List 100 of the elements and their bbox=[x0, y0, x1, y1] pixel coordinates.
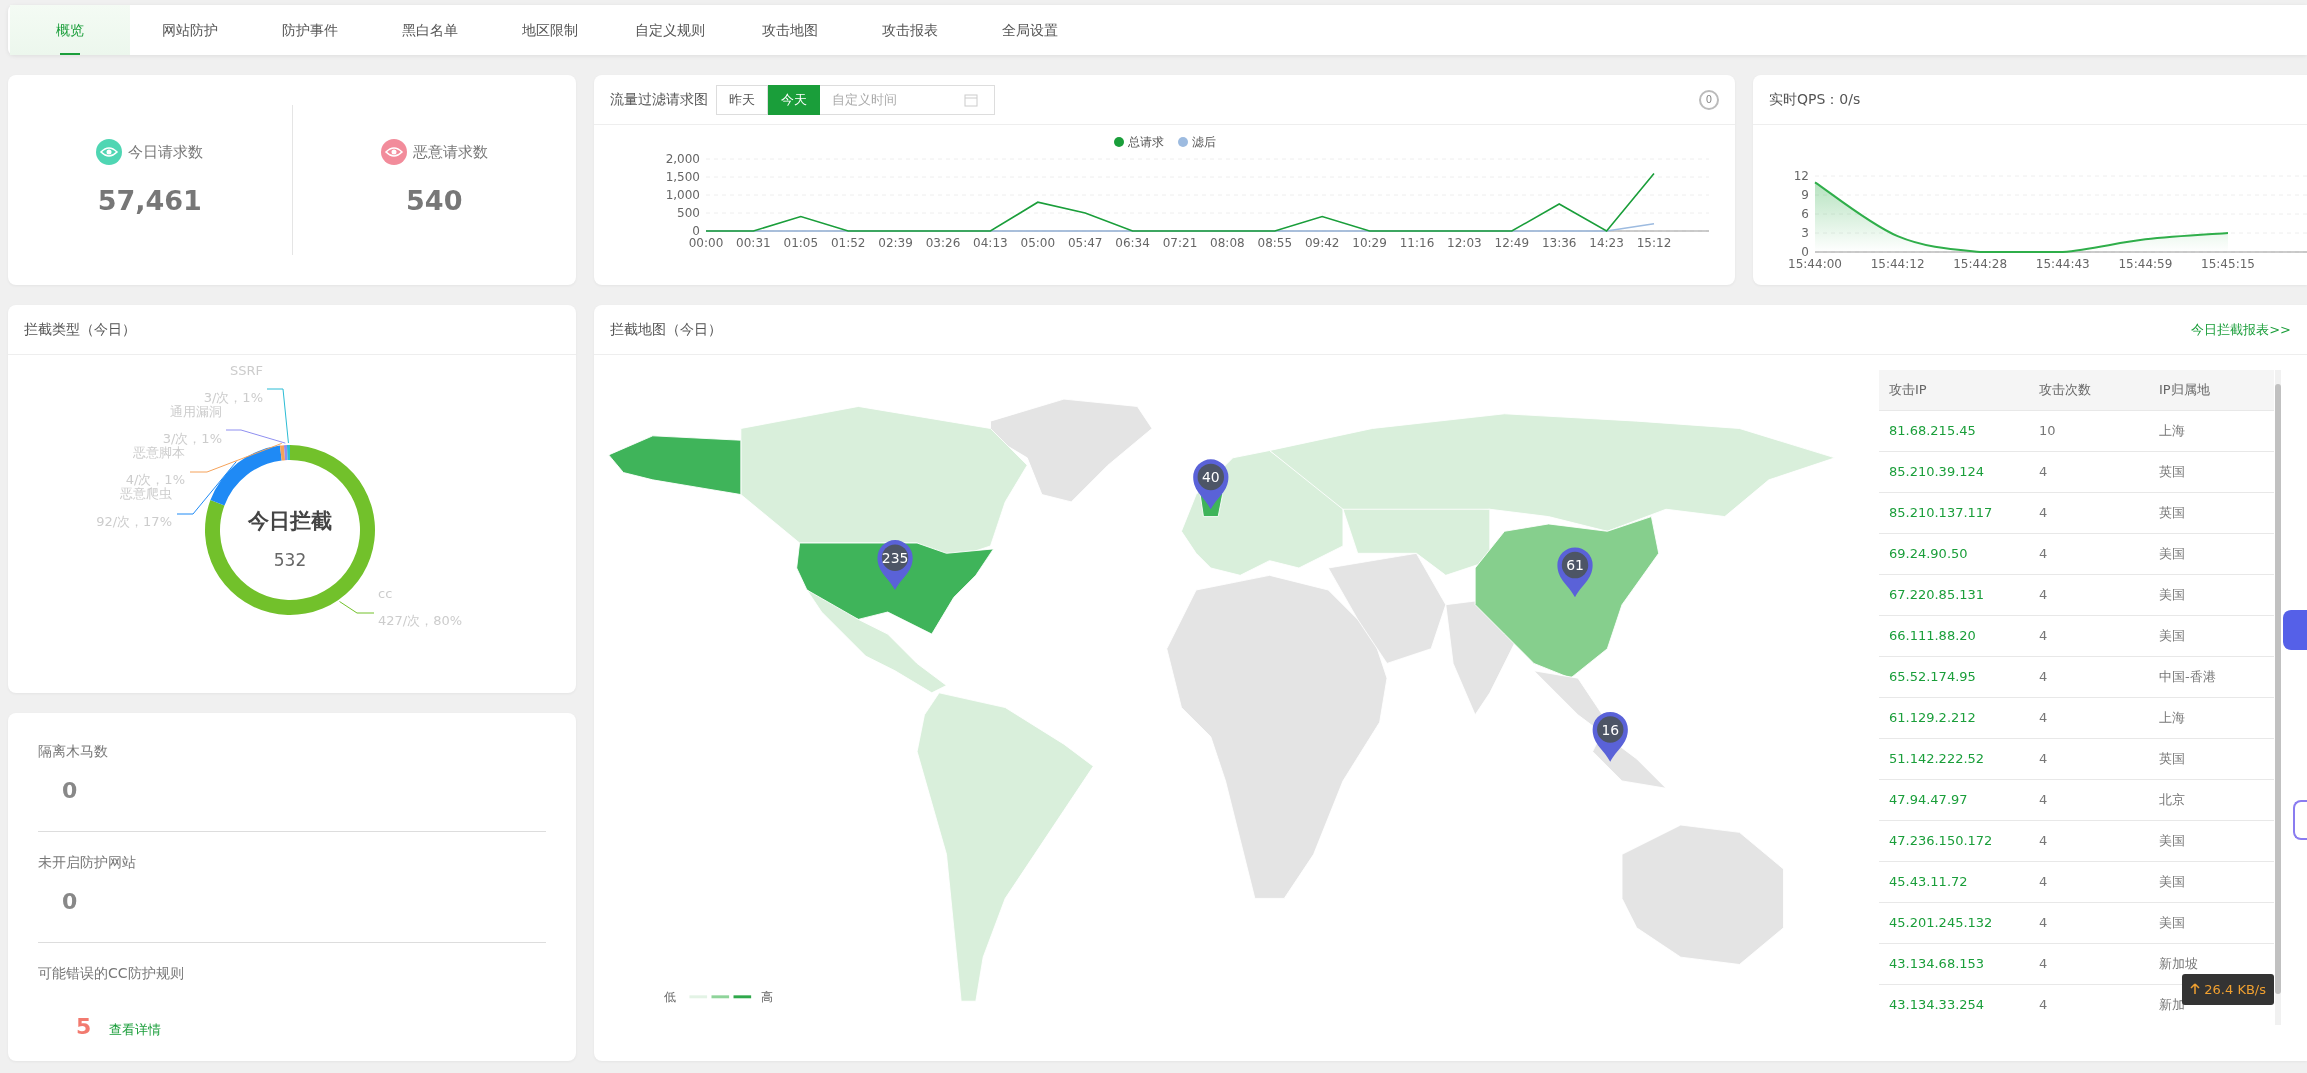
table-cell: 4 bbox=[2029, 779, 2149, 820]
legend-label: 高 bbox=[761, 990, 774, 1005]
axis-label: 01:52 bbox=[830, 236, 866, 250]
axis-label: 04:13 bbox=[973, 236, 1008, 250]
donut-center-title: 今日拦截 bbox=[248, 509, 332, 533]
table-cell: 上海 bbox=[2149, 697, 2274, 738]
table-cell: 47.94.47.97 bbox=[1879, 779, 2029, 820]
legend-item[interactable]: 总请求 bbox=[1113, 133, 1164, 151]
axis-label: 09:42 bbox=[1304, 236, 1340, 250]
table-cell: 61.129.2.212 bbox=[1879, 697, 2029, 738]
table-cell: 美国 bbox=[2149, 574, 2274, 615]
table-cell: 美国 bbox=[2149, 615, 2274, 656]
axis-label: 15:44:59 bbox=[2118, 257, 2173, 271]
axis-label: 3 bbox=[1801, 226, 1809, 240]
metric-label: 隔离木马数 bbox=[38, 742, 109, 761]
table-cell: 上海 bbox=[2149, 410, 2274, 451]
axis-label: 10:29 bbox=[1352, 236, 1387, 250]
column-header: 攻击次数 bbox=[2029, 370, 2149, 410]
stat-value: 57,461 bbox=[97, 183, 202, 218]
refresh-counter[interactable]: 0 bbox=[1699, 89, 1719, 110]
nav-tab[interactable]: 地区限制 bbox=[490, 5, 610, 55]
table-cell: 51.142.222.52 bbox=[1879, 738, 2029, 779]
axis-label: 0 bbox=[692, 224, 700, 238]
speed-widget: 26.4 KB/s bbox=[2182, 973, 2274, 1005]
date-field[interactable]: 自定义时间 bbox=[820, 84, 995, 115]
chart-title: 实时QPS：0/s bbox=[1769, 90, 1861, 109]
axis-label: 1,500 bbox=[665, 170, 700, 184]
nav-tab[interactable]: 网站防护 bbox=[130, 5, 250, 55]
table-cell: 4 bbox=[2029, 451, 2149, 492]
table-cell: 4 bbox=[2029, 820, 2149, 861]
axis-label: 15:44:28 bbox=[1953, 257, 2008, 271]
table-cell: 67.220.85.131 bbox=[1879, 574, 2029, 615]
metric-value: 5 bbox=[76, 1013, 92, 1041]
table-cell: 43.134.68.153 bbox=[1879, 943, 2029, 984]
axis-label: 00:00 bbox=[688, 236, 724, 250]
table-cell: 英国 bbox=[2149, 492, 2274, 533]
metric-label: 可能错误的CC防护规则 bbox=[38, 964, 185, 983]
nav-tab[interactable]: 自定义规则 bbox=[610, 5, 730, 55]
axis-label: 15:44:12 bbox=[1870, 257, 1925, 271]
axis-label: 14:23 bbox=[1589, 236, 1624, 250]
app-icon[interactable] bbox=[2283, 610, 2307, 650]
nav-tab[interactable]: 攻击报表 bbox=[850, 5, 970, 55]
table-cell: 66.111.88.20 bbox=[1879, 615, 2029, 656]
panel-title: 拦截地图（今日） bbox=[610, 320, 722, 339]
axis-label: 0 bbox=[1801, 245, 1809, 259]
range-tab[interactable]: 今天 bbox=[768, 84, 820, 115]
table-cell: 43.134.33.254 bbox=[1879, 984, 2029, 1025]
table-cell: 4 bbox=[2029, 943, 2149, 984]
table-cell: 美国 bbox=[2149, 820, 2274, 861]
up-arrow-icon bbox=[2190, 983, 2201, 996]
nav-tab[interactable]: 全局设置 bbox=[970, 5, 1090, 55]
details-link[interactable]: 查看详情 bbox=[109, 1020, 162, 1040]
axis-label: 06:34 bbox=[1115, 236, 1150, 250]
table-cell: 45.43.11.72 bbox=[1879, 861, 2029, 902]
nav-tab[interactable]: 防护事件 bbox=[250, 5, 370, 55]
map-pin: 61 bbox=[1557, 547, 1593, 598]
leader-line bbox=[339, 601, 375, 614]
axis-label: 08:08 bbox=[1210, 236, 1245, 250]
axis-label: 9 bbox=[1801, 188, 1809, 202]
metric-value: 0 bbox=[62, 777, 78, 805]
axis-label: 12 bbox=[1793, 169, 1809, 183]
axis-label: 03:26 bbox=[925, 236, 961, 250]
axis-label: 15:45:15 bbox=[2201, 257, 2255, 271]
table-cell: 中国-香港 bbox=[2149, 656, 2274, 697]
nav-tab[interactable]: 攻击地图 bbox=[730, 5, 850, 55]
table-cell: 4 bbox=[2029, 574, 2149, 615]
axis-label: 07:21 bbox=[1162, 236, 1198, 250]
axis-label: 13:36 bbox=[1541, 236, 1577, 250]
axis-label: 500 bbox=[677, 206, 700, 220]
metric-label: 未开启防护网站 bbox=[38, 853, 137, 872]
assistant-icon[interactable] bbox=[2293, 800, 2307, 840]
table-cell: 北京 bbox=[2149, 779, 2274, 820]
stat-label: 今日请求数 bbox=[128, 141, 204, 163]
table-cell: 65.52.174.95 bbox=[1879, 656, 2029, 697]
table-cell: 47.236.150.172 bbox=[1879, 820, 2029, 861]
range-tab[interactable]: 昨天 bbox=[716, 84, 768, 115]
axis-label: 05:47 bbox=[1067, 236, 1103, 250]
nav-tab[interactable]: 黑白名单 bbox=[370, 5, 490, 55]
axis-label: 11:16 bbox=[1399, 236, 1435, 250]
legend-scale bbox=[689, 995, 752, 999]
metric-value: 0 bbox=[62, 888, 78, 916]
report-link[interactable]: 今日拦截报表>> bbox=[2191, 319, 2291, 340]
donut-center-value: 532 bbox=[273, 550, 307, 570]
table-cell: 69.24.90.50 bbox=[1879, 533, 2029, 574]
table-cell: 美国 bbox=[2149, 533, 2274, 574]
scrollbar[interactable] bbox=[2275, 370, 2281, 1025]
table-cell: 英国 bbox=[2149, 738, 2274, 779]
table-cell: 美国 bbox=[2149, 902, 2274, 943]
legend-item[interactable]: 滤后 bbox=[1177, 133, 1216, 151]
table-cell: 4 bbox=[2029, 492, 2149, 533]
table-cell: 4 bbox=[2029, 861, 2149, 902]
axis-label: 6 bbox=[1801, 207, 1809, 221]
map-pin: 235 bbox=[877, 540, 913, 590]
axis-label: 2,000 bbox=[665, 152, 700, 166]
table-cell: 4 bbox=[2029, 615, 2149, 656]
chart-title: 流量过滤请求图 bbox=[610, 90, 708, 109]
axis-label: 1,000 bbox=[665, 188, 700, 202]
axis-label: 15:44:43 bbox=[2035, 257, 2090, 271]
table-cell: 4 bbox=[2029, 533, 2149, 574]
axis-label: 15:44:00 bbox=[1788, 257, 1842, 271]
